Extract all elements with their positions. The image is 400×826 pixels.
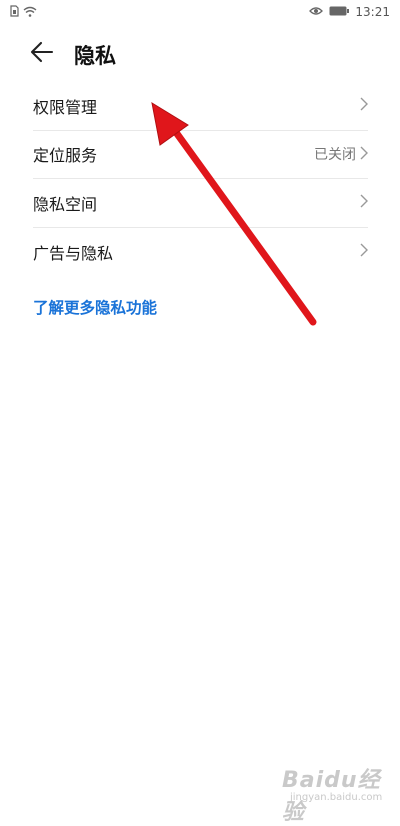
header: 隐私 <box>0 36 400 72</box>
sim-icon <box>10 5 19 20</box>
chevron-right-icon <box>360 145 368 164</box>
menu-item-status: 已关闭 <box>314 147 356 164</box>
menu-item-location-services[interactable]: 定位服务 已关闭 <box>33 131 368 179</box>
menu-item-ads-and-privacy[interactable]: 广告与隐私 <box>33 228 368 277</box>
menu-item-label: 权限管理 <box>33 97 98 117</box>
chevron-right-icon <box>360 193 368 212</box>
menu-item-label: 隐私空间 <box>33 194 98 214</box>
menu-item-label: 广告与隐私 <box>33 243 114 263</box>
menu-item-permission-management[interactable]: 权限管理 <box>33 82 368 131</box>
privacy-menu: 权限管理 定位服务 已关闭 隐私空间 广告与隐私 <box>33 82 368 276</box>
chevron-right-icon <box>360 96 368 115</box>
menu-item-label: 定位服务 <box>33 146 98 166</box>
menu-item-private-space[interactable]: 隐私空间 <box>33 179 368 228</box>
wifi-icon <box>23 6 37 20</box>
chevron-right-icon <box>360 242 368 261</box>
eye-icon <box>309 5 324 19</box>
status-bar: 13:21 <box>0 0 400 26</box>
watermark-url: jingyan.baidu.com <box>290 792 383 803</box>
page-title: 隐私 <box>74 44 116 68</box>
baidu-watermark: Baidu经验 jingyan.baidu.com <box>282 762 392 825</box>
battery-icon <box>329 5 350 19</box>
back-arrow-icon[interactable] <box>30 40 60 68</box>
status-time: 13:21 <box>355 5 390 19</box>
learn-more-link[interactable]: 了解更多隐私功能 <box>33 296 157 318</box>
